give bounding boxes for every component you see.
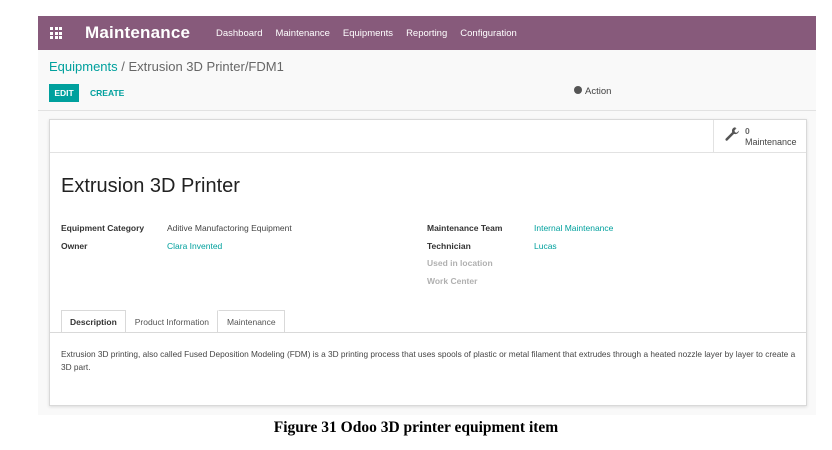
app-title[interactable]: Maintenance — [85, 23, 190, 43]
field-value-owner[interactable]: Clara Invented — [167, 241, 222, 251]
field-value-maintenance-team[interactable]: Internal Maintenance — [534, 223, 613, 233]
equipment-name: Extrusion 3D Printer — [61, 175, 240, 197]
maintenance-count: 0 — [745, 126, 750, 136]
field-label-used-in-location: Used in location — [427, 258, 493, 268]
field-label-work-center: Work Center — [427, 276, 478, 286]
breadcrumb-separator: / — [117, 59, 129, 74]
grid-apps-icon[interactable] — [50, 27, 62, 39]
maintenance-stat-button[interactable]: 0 Maintenance — [713, 120, 807, 152]
description-text[interactable]: Extrusion 3D printing, also called Fused… — [61, 348, 801, 374]
gear-icon — [574, 86, 582, 94]
field-label-equipment-category: Equipment Category — [61, 223, 145, 233]
wrench-icon — [725, 127, 739, 141]
button-box: 0 Maintenance — [50, 120, 806, 153]
field-label-owner: Owner — [61, 241, 88, 251]
edit-button[interactable]: EDIT — [49, 84, 79, 102]
tab-maintenance[interactable]: Maintenance — [217, 310, 285, 332]
field-value-equipment-category: Aditive Manufactoring Equipment — [167, 223, 292, 233]
create-button[interactable]: CREATE — [90, 84, 124, 102]
field-label-technician: Technician — [427, 241, 471, 251]
tab-description[interactable]: Description — [61, 310, 126, 332]
main-menu: Dashboard Maintenance Equipments Reporti… — [216, 28, 530, 39]
figure-caption: Figure 31 Odoo 3D printer equipment item — [273, 419, 559, 436]
action-label: Action — [585, 86, 612, 97]
action-dropdown[interactable]: Action — [574, 86, 611, 97]
menu-maintenance[interactable]: Maintenance — [275, 28, 329, 39]
maintenance-stat-label: Maintenance — [745, 137, 797, 147]
breadcrumb-current: Extrusion 3D Printer/FDM1 — [128, 59, 284, 74]
form-sheet: 0 Maintenance Extrusion 3D Printer Equip… — [49, 119, 807, 406]
notebook-tabs: Description Product Information Maintena… — [61, 310, 285, 332]
menu-reporting[interactable]: Reporting — [406, 28, 447, 39]
breadcrumb-equipments[interactable]: Equipments — [49, 59, 118, 74]
tab-underline — [50, 332, 806, 333]
menu-dashboard[interactable]: Dashboard — [216, 28, 262, 39]
menu-equipments[interactable]: Equipments — [343, 28, 393, 39]
odoo-screenshot: Maintenance Dashboard Maintenance Equipm… — [38, 16, 816, 415]
control-panel-divider — [38, 110, 816, 111]
menu-configuration[interactable]: Configuration — [460, 28, 517, 39]
top-navbar: Maintenance Dashboard Maintenance Equipm… — [38, 16, 816, 50]
tab-product-information[interactable]: Product Information — [126, 310, 218, 332]
field-label-maintenance-team: Maintenance Team — [427, 223, 503, 233]
breadcrumb: Equipments / Extrusion 3D Printer/FDM1 — [49, 59, 284, 74]
field-value-technician[interactable]: Lucas — [534, 241, 557, 251]
